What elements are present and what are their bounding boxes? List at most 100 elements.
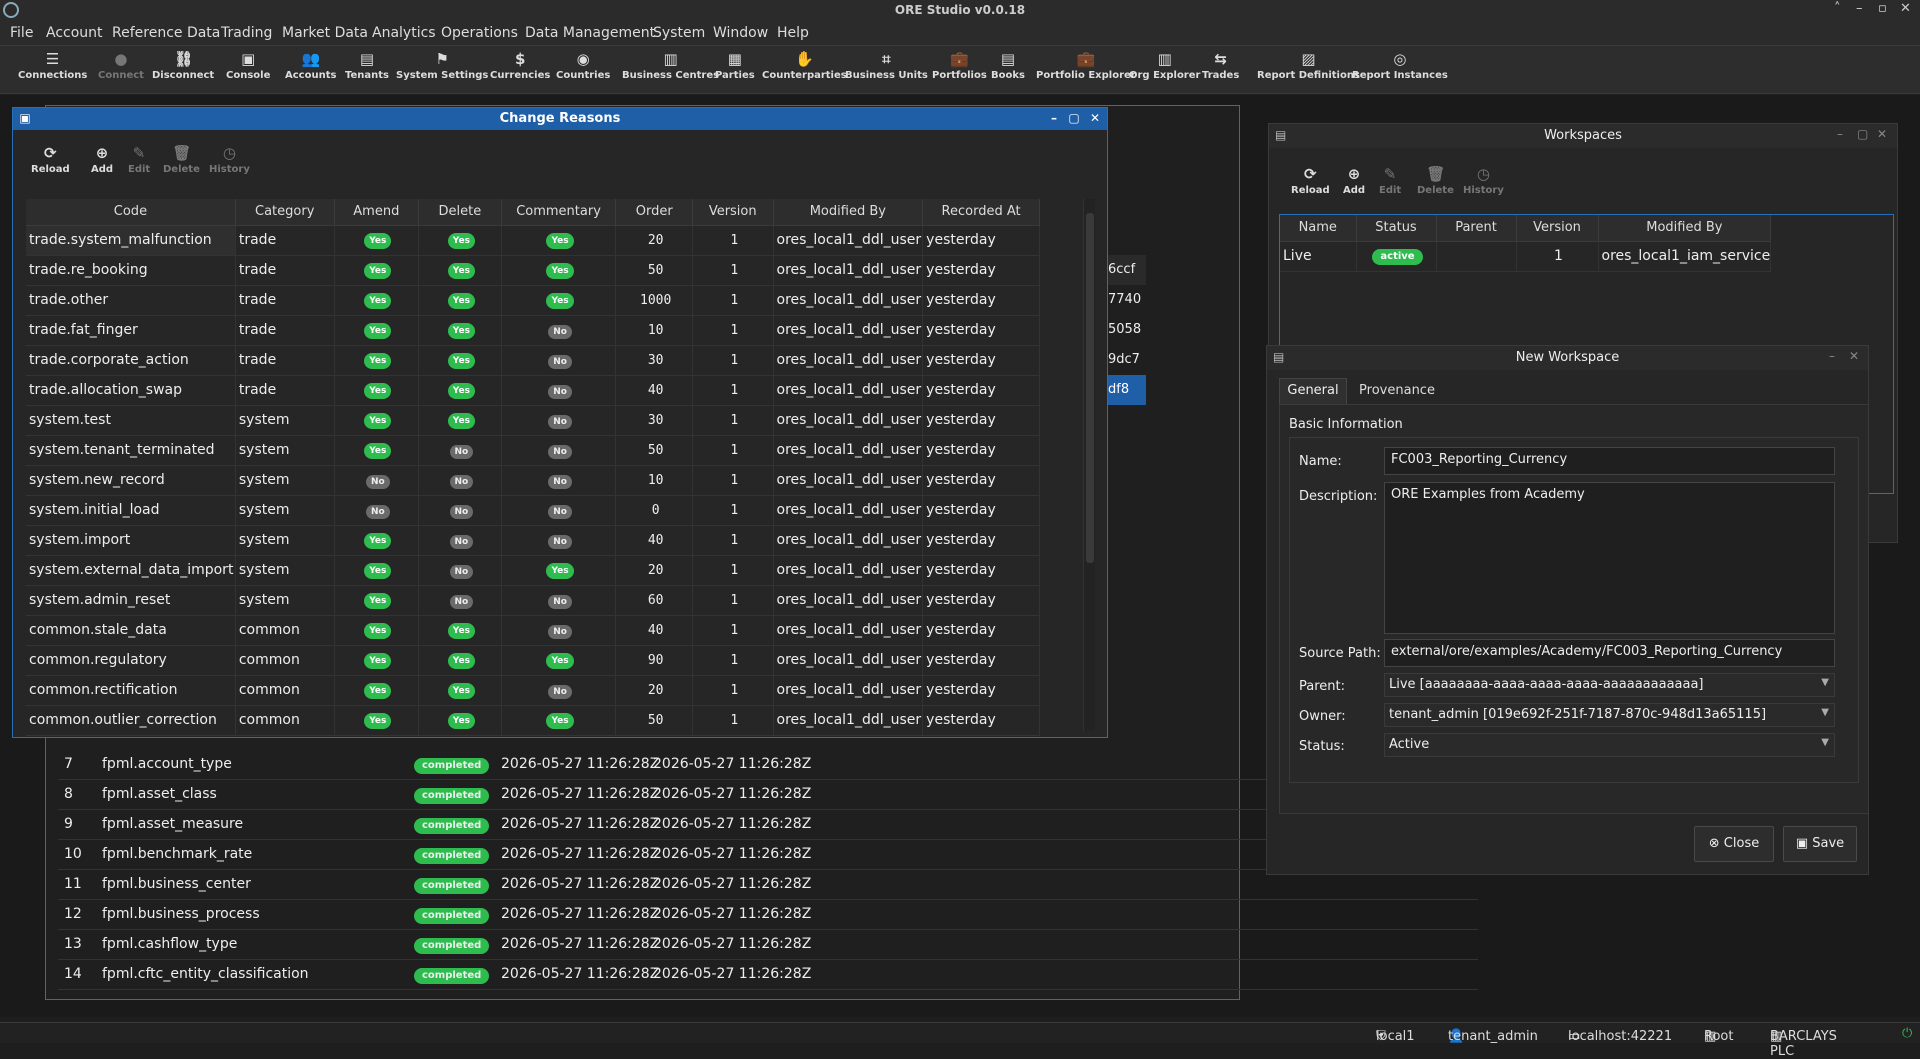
toolbar-console-button[interactable]: ▣ Console bbox=[226, 51, 270, 81]
table-row[interactable]: 7 fpml.account_type completed 2026-05-27 11… bbox=[58, 750, 1478, 780]
table-row[interactable]: system.tenant_terminated system Yes No No 50 1… bbox=[26, 435, 1040, 466]
menu-window[interactable]: Window bbox=[713, 25, 768, 41]
source-path-field[interactable]: external/ore/examples/Academy/FC003_Repo… bbox=[1384, 639, 1835, 667]
edit-button[interactable]: ✎ Edit bbox=[128, 144, 150, 175]
toolbar-portfolios-button[interactable]: 💼 Portfolios bbox=[932, 51, 987, 81]
column-header[interactable]: Recorded At bbox=[922, 199, 1040, 226]
ws-delete-button[interactable]: 🗑 Delete bbox=[1417, 165, 1454, 196]
delete-button[interactable]: 🗑 Delete bbox=[163, 144, 200, 175]
vertical-scrollbar[interactable] bbox=[1083, 199, 1095, 731]
window-maximize-button[interactable]: ▢ bbox=[1066, 111, 1082, 125]
toolbar-org-explorer-button[interactable]: ▥ Org Explorer bbox=[1129, 51, 1200, 81]
table-row[interactable]: system.external_data_import system Yes No Ye… bbox=[26, 555, 1040, 586]
window-minimize-button[interactable]: – bbox=[1829, 349, 1835, 363]
table-row[interactable]: common.outlier_correction common Yes Yes Yes… bbox=[26, 705, 1040, 736]
tab-general[interactable]: General bbox=[1279, 378, 1347, 404]
menu-market-data[interactable]: Market Data bbox=[282, 25, 368, 41]
ws-add-button[interactable]: ⊕ Add bbox=[1343, 165, 1365, 196]
table-row[interactable]: trade.re_booking trade Yes Yes Yes 50 1 ores_lo… bbox=[26, 255, 1040, 286]
toolbar-report-instances-button[interactable]: ◎ Report Instances bbox=[1352, 51, 1448, 81]
column-header[interactable]: Amend bbox=[334, 199, 420, 226]
menu-analytics[interactable]: Analytics bbox=[372, 25, 436, 41]
column-header[interactable]: Version bbox=[1516, 215, 1599, 242]
toolbar-tenants-button[interactable]: ▤ Tenants bbox=[345, 51, 389, 81]
toolbar-accounts-button[interactable]: 👥 Accounts bbox=[285, 51, 336, 81]
column-header[interactable]: Modified By bbox=[1598, 215, 1772, 242]
description-field[interactable]: ORE Examples from Academy bbox=[1384, 482, 1835, 634]
scrollbar-thumb[interactable] bbox=[1086, 213, 1094, 563]
table-row[interactable]: system.admin_reset system Yes No No 60 1 ores_l… bbox=[26, 585, 1040, 616]
table-row[interactable]: common.stale_data common Yes Yes No 40 1 ores_l… bbox=[26, 615, 1040, 646]
history-button[interactable]: ◷ History bbox=[209, 144, 250, 175]
toolbar-business-centres-button[interactable]: ▥ Business Centres bbox=[622, 51, 719, 81]
column-header[interactable]: Order bbox=[615, 199, 693, 226]
table-row[interactable]: 8 fpml.asset_class completed 2026-05-27 11:… bbox=[58, 780, 1478, 810]
table-row[interactable]: system.new_record system No No No 10 1 ores_loc… bbox=[26, 465, 1040, 496]
menu-reference-data[interactable]: Reference Data bbox=[112, 25, 220, 41]
column-header[interactable]: Status bbox=[1356, 215, 1437, 242]
window-minimize-button[interactable]: – bbox=[1837, 127, 1843, 141]
change-reasons-titlebar[interactable]: Change Reasons ▣ – ▢ ✕ bbox=[13, 108, 1107, 130]
toolbar-disconnect-button[interactable]: ⛓ Disconnect bbox=[152, 51, 214, 81]
table-row[interactable]: 9 fpml.asset_measure completed 2026-05-27 1… bbox=[58, 810, 1478, 840]
parent-combo[interactable]: Live [aaaaaaaa-aaaa-aaaa-aaaa-aaaaaaaaaa… bbox=[1384, 673, 1835, 697]
new-workspace-titlebar[interactable]: New Workspace bbox=[1267, 346, 1868, 370]
add-button[interactable]: ⊕ Add bbox=[91, 144, 113, 175]
restore-up-icon[interactable]: ˄ bbox=[1834, 1, 1841, 16]
column-header[interactable]: Version bbox=[692, 199, 774, 226]
maximize-button[interactable]: ▫ bbox=[1878, 1, 1887, 16]
column-header[interactable]: Name bbox=[1280, 215, 1357, 242]
ws-edit-button[interactable]: ✎ Edit bbox=[1379, 165, 1401, 196]
toolbar-connections-button[interactable]: ☰ Connections bbox=[18, 51, 87, 81]
window-close-button[interactable]: ✕ bbox=[1087, 111, 1103, 125]
table-row[interactable]: 14 fpml.cftc_entity_classification complet… bbox=[58, 960, 1478, 990]
ws-reload-button[interactable]: ⟳ Reload bbox=[1291, 165, 1330, 196]
toolbar-currencies-button[interactable]: $ Currencies bbox=[490, 51, 550, 81]
close-button[interactable]: ⊗ Close bbox=[1694, 826, 1774, 862]
menu-file[interactable]: File bbox=[10, 25, 33, 41]
table-row[interactable]: 12 fpml.business_process completed 2026-05-… bbox=[58, 900, 1478, 930]
status-combo[interactable]: Active ▼ bbox=[1384, 733, 1835, 757]
table-row[interactable]: trade.corporate_action trade Yes Yes No 30 1 or… bbox=[26, 345, 1040, 376]
toolbar-trades-button[interactable]: ⇆ Trades bbox=[1202, 51, 1239, 81]
ws-history-button[interactable]: ◷ History bbox=[1463, 165, 1504, 196]
table-row[interactable]: 13 fpml.cashflow_type completed 2026-05-27 … bbox=[58, 930, 1478, 960]
toolbar-counterparties-button[interactable]: ✋ Counterparties bbox=[762, 51, 847, 81]
toolbar-system-settings-button[interactable]: ⚑ System Settings bbox=[396, 51, 488, 81]
column-header[interactable]: Category bbox=[235, 199, 335, 226]
menu-operations[interactable]: Operations bbox=[441, 25, 518, 41]
table-row[interactable]: system.import system Yes No No 40 1 ores_local1… bbox=[26, 525, 1040, 556]
window-minimize-button[interactable]: – bbox=[1046, 111, 1062, 125]
toolbar-parties-button[interactable]: ▦ Parties bbox=[715, 51, 755, 81]
close-app-button[interactable]: ✕ bbox=[1900, 1, 1911, 16]
table-row[interactable]: trade.system_malfunction trade Yes Yes Yes 20… bbox=[26, 225, 1040, 256]
menu-account[interactable]: Account bbox=[46, 25, 103, 41]
toolbar-books-button[interactable]: ▤ Books bbox=[991, 51, 1025, 81]
table-row[interactable]: common.regulatory common Yes Yes Yes 90 1 ores_… bbox=[26, 645, 1040, 676]
name-field[interactable]: FC003_Reporting_Currency bbox=[1384, 447, 1835, 475]
menu-system[interactable]: System bbox=[653, 25, 705, 41]
column-header[interactable]: Commentary bbox=[501, 199, 617, 226]
minimize-button[interactable]: – bbox=[1856, 1, 1863, 16]
reload-button[interactable]: ⟳ Reload bbox=[31, 144, 70, 175]
table-row[interactable]: 11 fpml.business_center completed 2026-05-2… bbox=[58, 870, 1478, 900]
table-row[interactable]: Live active 1 ores_local1_iam_service bbox=[1280, 241, 1772, 272]
table-row[interactable]: system.initial_load system No No No 0 1 ores_lo… bbox=[26, 495, 1040, 526]
table-row[interactable]: common.rectification common Yes Yes No 20 1 ore… bbox=[26, 675, 1040, 706]
toolbar-countries-button[interactable]: ◉ Countries bbox=[556, 51, 610, 81]
toolbar-portfolio-explorer-button[interactable]: 💼 Portfolio Explorer bbox=[1036, 51, 1136, 81]
window-maximize-button[interactable]: ▢ bbox=[1857, 127, 1868, 141]
save-button[interactable]: ▣ Save bbox=[1783, 826, 1857, 862]
table-row[interactable]: 10 fpml.benchmark_rate completed 2026-05-27… bbox=[58, 840, 1478, 870]
column-header[interactable]: Delete bbox=[418, 199, 502, 226]
tab-provenance[interactable]: Provenance bbox=[1349, 378, 1445, 404]
window-close-button[interactable]: ✕ bbox=[1877, 127, 1887, 141]
menu-help[interactable]: Help bbox=[777, 25, 809, 41]
table-row[interactable]: trade.other trade Yes Yes Yes 1000 1 ores_local… bbox=[26, 285, 1040, 316]
table-row[interactable]: trade.fat_finger trade Yes Yes No 10 1 ores_loc… bbox=[26, 315, 1040, 346]
window-close-button[interactable]: ✕ bbox=[1849, 349, 1859, 363]
menu-trading[interactable]: Trading bbox=[221, 25, 272, 41]
column-header[interactable]: Parent bbox=[1436, 215, 1517, 242]
column-header[interactable]: Modified By bbox=[773, 199, 924, 226]
menu-data-management[interactable]: Data Management bbox=[525, 25, 655, 41]
